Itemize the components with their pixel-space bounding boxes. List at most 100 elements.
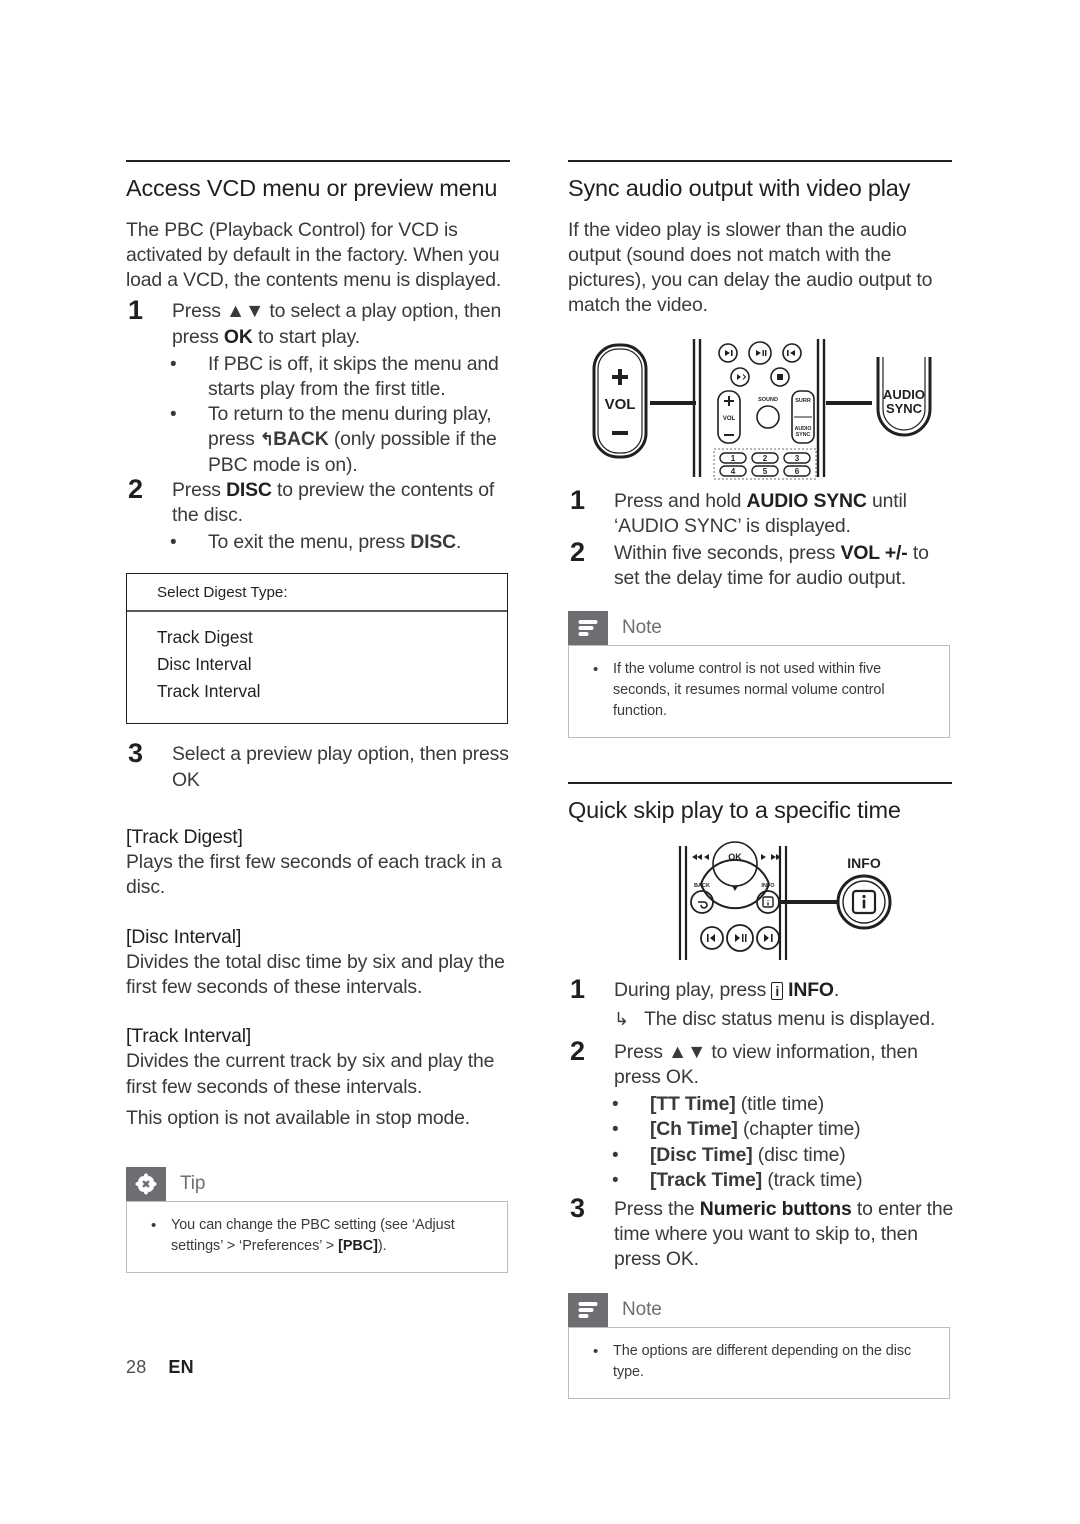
skip-step-2-bullet-4: • [Track Time] (track time)	[568, 1168, 956, 1193]
sync-intro-paragraph: If the video play is slower than the aud…	[568, 218, 933, 317]
remote-audio-sync-figure: VOL VOL SOUND SURR AUDIO SYNC 1 2 3 4 5 …	[568, 333, 956, 483]
osd-select-digest-type-box: Select Digest Type: Track Digest Disc In…	[126, 573, 508, 725]
osd-header: Select Digest Type:	[127, 574, 507, 613]
section-rule	[126, 160, 510, 162]
step-3: 3 Select a preview play option, then pre…	[126, 738, 514, 792]
step-text: Select a preview play option, then press…	[172, 743, 509, 791]
note-callout-sync: Note • If the volume control is not used…	[568, 611, 950, 739]
note-lines-icon	[568, 611, 608, 646]
definition-desc-track-interval-2: This option is not available in stop mod…	[126, 1106, 471, 1129]
svg-text:VOL: VOL	[605, 396, 636, 413]
osd-item-list: Track Digest Disc Interval Track Interva…	[127, 612, 507, 723]
osd-item[interactable]: Track Digest	[157, 624, 507, 651]
step-text: Press and hold AUDIO SYNC until ‘AUDIO S…	[614, 489, 907, 537]
sync-step-2: 2 Within five seconds, press VOL +/- to …	[568, 537, 956, 591]
step-number: 2	[570, 1035, 586, 1066]
svg-text:SYNC: SYNC	[886, 401, 923, 416]
svg-text:OK: OK	[728, 852, 742, 862]
note-bullet-row: • If the volume control is not used with…	[585, 659, 933, 722]
step-number: 3	[570, 1192, 586, 1223]
tip-bullet-row: • You can change the PBC setting (see ‘A…	[143, 1215, 491, 1257]
tip-callout-header: Tip	[126, 1166, 508, 1201]
osd-item[interactable]: Disc Interval	[157, 651, 507, 678]
bullet-dot: •	[612, 1094, 619, 1116]
step-number: 1	[570, 484, 586, 515]
section-title-quick-skip: Quick skip play to a specific time	[568, 797, 901, 824]
skip-step-2: 2 Press ▲▼ to view information, then pre…	[568, 1036, 956, 1090]
bullet-text: [Disc Time] (disc time)	[650, 1143, 846, 1166]
bullet-dot: •	[612, 1144, 619, 1166]
bullet-dot: •	[170, 353, 177, 375]
svg-text:INFO: INFO	[761, 883, 775, 889]
note-bullet-text: If the volume control is not used within…	[613, 661, 885, 720]
step-number: 1	[570, 974, 586, 1005]
bullet-dot: •	[170, 532, 177, 554]
skip-step-1: 1 During play, press i INFO.	[568, 974, 956, 1004]
svg-text:4: 4	[731, 467, 736, 476]
definition-desc-track-digest: Plays the first few seconds of each trac…	[126, 851, 502, 899]
tip-callout: Tip • You can change the PBC setting (se…	[126, 1166, 508, 1273]
step-1-bullet-1: • If PBC is off, it skips the menu and s…	[126, 352, 514, 402]
bullet-text: [TT Time] (title time)	[650, 1093, 825, 1116]
step-text: Within five seconds, press VOL +/- to se…	[614, 542, 929, 590]
right-column: Sync audio output with video play If the…	[568, 160, 956, 1399]
page-title-access-vcd: Access VCD menu or preview menu	[126, 175, 498, 201]
back-arrow-icon: ↰	[259, 430, 274, 450]
tip-bullet-text: You can change the PBC setting (see ‘Adj…	[171, 1216, 455, 1254]
step-text: Press ▲▼ to select a play option, then p…	[172, 300, 502, 348]
page-footer: 28 EN	[126, 1357, 194, 1378]
svg-text:VOL: VOL	[723, 416, 736, 422]
bullet-text: [Ch Time] (chapter time)	[650, 1118, 861, 1141]
skip-step-2-bullet-1: • [TT Time] (title time)	[568, 1092, 956, 1117]
note-bullet-text: The options are different depending on t…	[613, 1342, 912, 1380]
section-title-sync-audio: Sync audio output with video play	[568, 175, 911, 201]
bullet-dot: •	[612, 1169, 619, 1191]
info-icon: i	[771, 982, 784, 1001]
note-label: Note	[622, 1298, 662, 1320]
svg-text:BACK: BACK	[694, 883, 710, 889]
note-bullet-row: • The options are different depending on…	[585, 1341, 933, 1383]
step-number: 2	[570, 537, 586, 568]
step-text: Press DISC to preview the contents of th…	[172, 478, 495, 527]
page-number: 28	[126, 1357, 147, 1377]
arrow-icon: ↳	[614, 1008, 630, 1029]
step-number: 2	[128, 473, 144, 504]
tip-box: • You can change the PBC setting (see ‘A…	[126, 1200, 508, 1273]
bullet-dot: •	[170, 404, 177, 426]
svg-text:SYNC: SYNC	[796, 432, 811, 438]
bullet-dot: •	[593, 1342, 599, 1360]
tip-label: Tip	[180, 1172, 206, 1194]
note-lines-icon	[568, 1292, 608, 1327]
skip-step-2-bullet-2: • [Ch Time] (chapter time)	[568, 1117, 956, 1142]
bullet-dot: •	[612, 1119, 619, 1141]
svg-text:5: 5	[763, 467, 768, 476]
result-text: The disc status menu is displayed.	[644, 1007, 936, 1030]
skip-step-2-bullet-3: • [Disc Time] (disc time)	[568, 1143, 956, 1168]
svg-text:SURR: SURR	[795, 398, 811, 404]
svg-text:INFO: INFO	[847, 855, 881, 871]
step-number: 3	[128, 738, 144, 769]
osd-item[interactable]: Track Interval	[157, 678, 507, 705]
step-text: Press ▲▼ to view information, then press…	[614, 1040, 918, 1088]
remote-info-figure: OK BACK INFO INFO	[568, 840, 956, 968]
step-text: During play, press i INFO.	[614, 979, 840, 1002]
svg-text:6: 6	[795, 467, 800, 476]
sync-step-1: 1 Press and hold AUDIO SYNC until ‘AUDIO…	[568, 485, 956, 539]
definition-desc-track-interval: Divides the current track by six and pla…	[126, 1050, 495, 1098]
intro-paragraph: The PBC (Playback Control) for VCD is ac…	[126, 218, 502, 292]
note-box: • The options are different depending on…	[568, 1326, 950, 1399]
definition-term-disc-interval: [Disc Interval]	[126, 925, 242, 948]
step-2: 2 Press DISC to preview the contents of …	[126, 474, 514, 528]
step-text: Press the Numeric buttons to enter the t…	[614, 1197, 954, 1271]
section-rule	[568, 782, 952, 785]
step-1-bullet-2: • To return to the menu during play, pre…	[126, 402, 514, 478]
note-callout-skip: Note • The options are different dependi…	[568, 1292, 950, 1399]
skip-step-1-result: ↳ The disc status menu is displayed.	[568, 1007, 956, 1032]
definition-term-track-digest: [Track Digest]	[126, 825, 243, 848]
left-column: Access VCD menu or preview menu The PBC …	[126, 160, 514, 1273]
page-language: EN	[168, 1357, 194, 1377]
note-box: • If the volume control is not used with…	[568, 645, 950, 739]
section-rule	[568, 160, 952, 162]
bullet-text: If PBC is off, it skips the menu and sta…	[208, 352, 499, 401]
note-callout-header: Note	[568, 611, 950, 646]
